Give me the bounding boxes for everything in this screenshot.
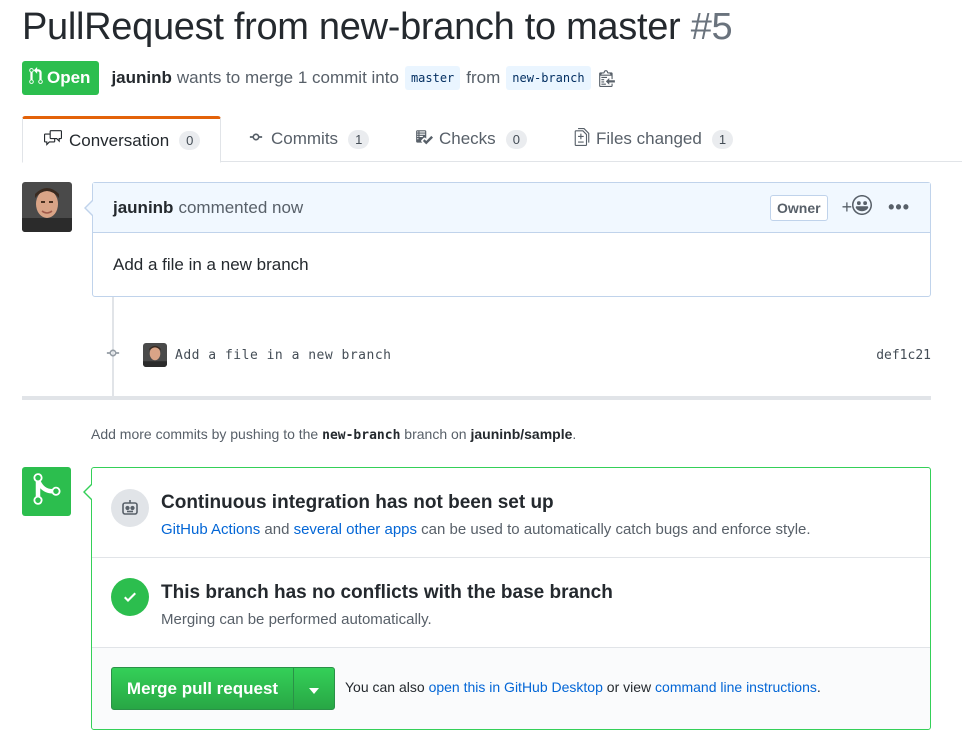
tab-commits[interactable]: Commits 1	[227, 116, 389, 162]
merge-status-icon	[22, 467, 71, 516]
tab-files-changed[interactable]: Files changed 1	[554, 116, 753, 162]
from-text: from	[466, 68, 501, 87]
tab-counter: 0	[179, 131, 201, 150]
merge-text: wants to merge 1 commit into	[176, 68, 399, 87]
tab-label: Checks	[439, 129, 496, 148]
timeline-divider	[22, 396, 931, 400]
or-view-text: or view	[606, 679, 652, 695]
pr-meta: Open jauninb wants to merge 1 commit int…	[22, 61, 615, 95]
triangle-down-icon	[309, 679, 319, 699]
tab-conversation[interactable]: Conversation 0	[22, 116, 222, 163]
head-branch-tag[interactable]: new-branch	[506, 66, 591, 90]
conflict-title: This branch has no conflicts with the ba…	[161, 582, 613, 603]
state-badge: Open	[22, 61, 100, 95]
ci-and-text: and	[264, 521, 290, 538]
push-hint: Add more commits by pushing to the new-b…	[91, 426, 576, 443]
merge-alternatives: You can also open this in GitHub Desktop…	[345, 679, 821, 695]
git-commit-icon	[104, 346, 122, 365]
merge-box: Continuous integration has not been set …	[83, 467, 931, 730]
commit-author-avatar[interactable]	[143, 343, 167, 367]
push-hint-prefix: Add more commits by pushing to the	[91, 426, 319, 442]
comment-options-button[interactable]: •••	[888, 197, 910, 218]
ci-section: Continuous integration has not been set …	[92, 468, 930, 558]
pr-author-link[interactable]: jauninb	[111, 68, 171, 88]
commit-message-link[interactable]: Add a file in a new branch	[175, 348, 392, 363]
comment-header: jauninb commented now Owner + •••	[93, 183, 930, 233]
git-commit-icon	[247, 129, 265, 149]
merge-method-dropdown[interactable]	[294, 668, 334, 709]
comment-pointer-fill	[86, 200, 94, 216]
pull-request-icon	[29, 66, 43, 90]
tab-counter: 1	[348, 129, 370, 149]
robot-icon	[111, 489, 149, 527]
merge-pull-request-button[interactable]: Merge pull request	[112, 668, 294, 709]
plus-text: +	[841, 197, 853, 217]
push-hint-middle: branch on	[404, 426, 467, 442]
pr-tabs: Conversation 0 Commits 1 Checks 0 Files …	[22, 116, 962, 163]
push-hint-suffix: .	[572, 426, 577, 442]
file-diff-icon	[574, 127, 590, 151]
state-label: Open	[47, 68, 91, 87]
ci-title: Continuous integration has not been set …	[161, 492, 554, 513]
push-hint-repo: jauninb/sample	[470, 426, 573, 442]
add-reaction-button[interactable]: +	[842, 195, 873, 220]
pr-title: PullRequest from new-branch to master #5	[22, 6, 733, 49]
check-icon	[111, 578, 149, 616]
ci-rest-text: can be used to automatically catch bugs …	[421, 521, 811, 538]
pr-title-text: PullRequest from new-branch to master	[22, 6, 681, 48]
other-apps-link[interactable]: several other apps	[294, 521, 417, 538]
comment-discussion-icon	[43, 129, 63, 152]
base-branch-tag[interactable]: master	[404, 66, 461, 90]
avatar[interactable]	[22, 182, 72, 232]
clipboard-copy-icon[interactable]	[598, 69, 615, 87]
also-text: You can also	[345, 679, 425, 695]
ci-description: GitHub Actions and several other apps ca…	[161, 521, 811, 538]
conflict-description: Merging can be performed automatically.	[161, 611, 432, 628]
checklist-icon	[415, 128, 433, 151]
push-hint-branch: new-branch	[322, 428, 401, 443]
comment-author-link[interactable]: jauninb	[113, 198, 173, 218]
merge-button-group: Merge pull request	[111, 667, 335, 710]
tab-label: Commits	[271, 129, 339, 148]
pr-number: #5	[690, 6, 733, 48]
tab-counter: 0	[505, 129, 527, 149]
comment-box: jauninb commented now Owner + ••• Add a …	[84, 182, 931, 297]
conflict-section: This branch has no conflicts with the ba…	[92, 558, 930, 648]
git-merge-icon	[32, 471, 62, 512]
tab-label: Conversation	[69, 130, 170, 150]
smiley-icon	[852, 195, 873, 220]
comment-timestamp: commented now	[178, 197, 304, 217]
tab-checks[interactable]: Checks 0	[395, 116, 547, 162]
commit-sha-link[interactable]: def1c21	[876, 348, 931, 363]
command-line-link[interactable]: command line instructions	[655, 679, 817, 695]
end-text: .	[816, 679, 821, 695]
comment-body: Add a file in a new branch	[113, 255, 309, 274]
tab-label: Files changed	[596, 129, 702, 148]
github-desktop-link[interactable]: open this in GitHub Desktop	[429, 679, 603, 695]
tab-counter: 1	[711, 129, 734, 149]
merge-footer: Merge pull request You can also open thi…	[92, 648, 930, 729]
github-actions-link[interactable]: GitHub Actions	[161, 521, 260, 538]
owner-label: Owner	[770, 194, 828, 221]
commit-item: Add a file in a new branch def1c21	[104, 342, 931, 368]
